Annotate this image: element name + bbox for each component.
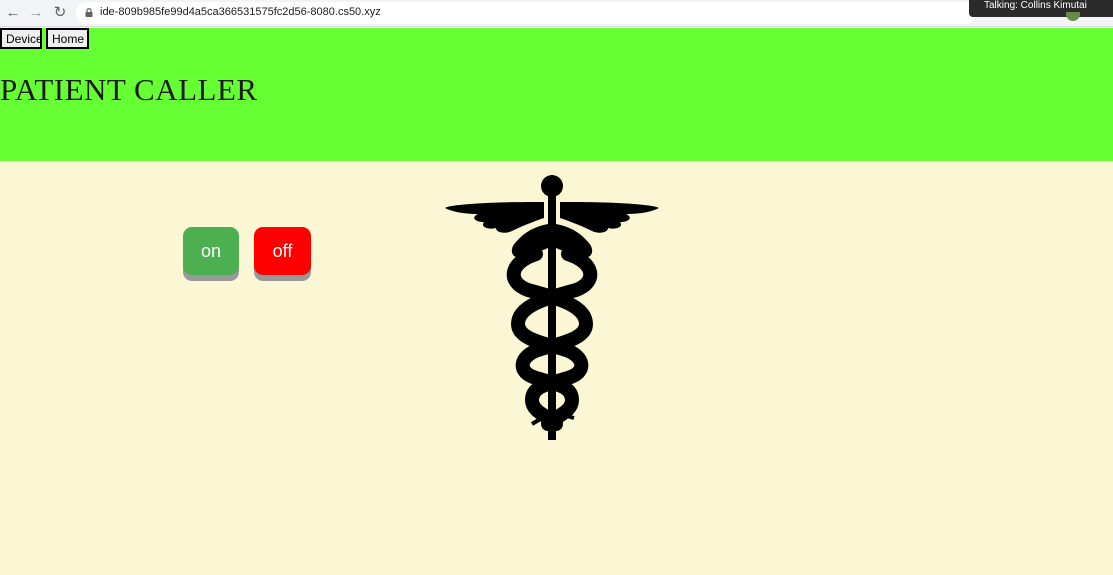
reload-icon[interactable]: ↻ xyxy=(51,4,69,22)
caduceus-icon xyxy=(445,175,659,440)
page-title: PATIENT CALLER xyxy=(0,72,258,107)
avatar[interactable] xyxy=(1066,12,1080,21)
browser-toolbar: ← → ↻ ide-809b985fe99d4a5ca366531575fc2d… xyxy=(0,0,1113,27)
lock-icon xyxy=(85,8,93,17)
home-button[interactable]: Home xyxy=(46,28,89,49)
talking-indicator: Talking: Collins Kimutai xyxy=(969,0,1113,17)
forward-arrow-icon[interactable]: → xyxy=(27,4,45,22)
off-button[interactable]: off xyxy=(254,227,311,275)
device-button[interactable]: Device xyxy=(0,28,43,49)
url-text: ide-809b985fe99d4a5ca366531575fc2d56-808… xyxy=(100,6,381,18)
on-button[interactable]: on xyxy=(183,227,239,275)
back-arrow-icon[interactable]: ← xyxy=(4,4,22,22)
address-bar[interactable]: ide-809b985fe99d4a5ca366531575fc2d56-808… xyxy=(76,2,976,24)
